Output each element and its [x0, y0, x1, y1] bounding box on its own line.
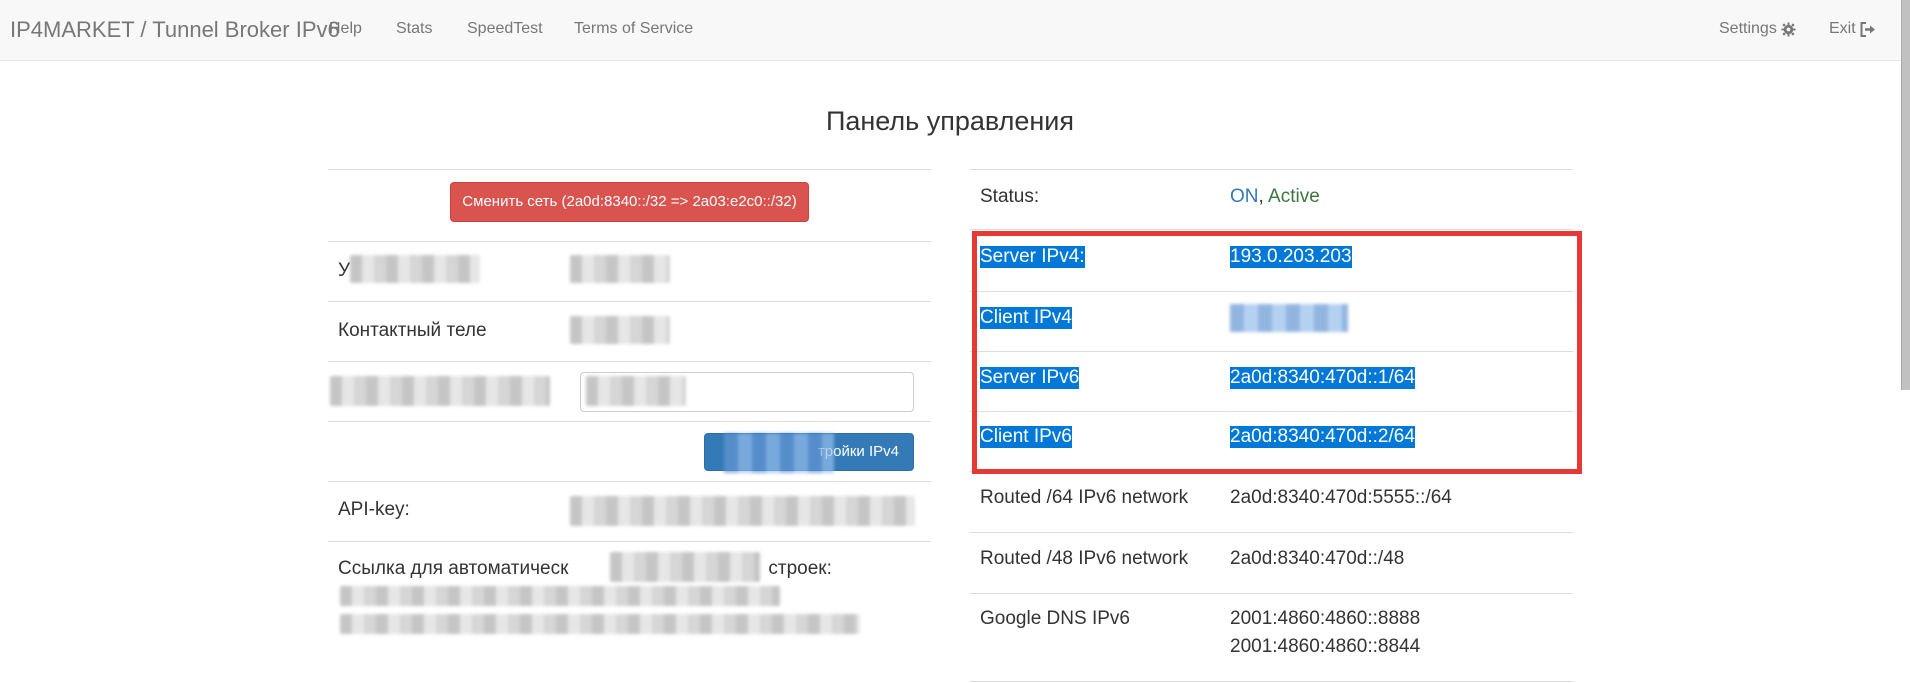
phone-row: Контактный теле — [328, 301, 931, 361]
google-dns-row: Google DNS IPv6 2001:4860:4860::8888 200… — [970, 594, 1573, 682]
change-network-button[interactable]: Сменить сеть (2a0d:8340::/32 => 2a03:e2c… — [450, 182, 809, 222]
google-dns-value-1: 2001:4860:4860::8888 — [1230, 608, 1421, 629]
routed48-row: Routed /48 IPv6 network 2a0d:8340:470d::… — [970, 533, 1573, 594]
change-network-row: Сменить сеть (2a0d:8340::/32 => 2a03:e2c… — [328, 169, 931, 241]
redacted-ipv4-label — [330, 376, 550, 406]
status-label: Status: — [980, 186, 1040, 207]
nav-link-speedtest[interactable]: SpeedTest — [467, 20, 543, 38]
nav-link-terms[interactable]: Terms of Service — [574, 20, 693, 38]
redacted-auto-link-line1 — [340, 586, 780, 606]
redacted-auto-link-label-middle — [610, 552, 760, 582]
settings-link[interactable]: Settings — [1719, 20, 1796, 38]
gear-icon — [1781, 21, 1796, 37]
routed48-label: Routed /48 IPv6 network — [980, 548, 1189, 569]
redacted-phone-label-tail — [524, 308, 574, 352]
status-value: ON, Active — [1230, 186, 1320, 208]
annotation-highlight-box — [972, 231, 1582, 474]
routed64-row: Routed /64 IPv6 network 2a0d:8340:470d:5… — [970, 472, 1573, 533]
nav-link-help[interactable]: Help — [329, 20, 362, 38]
routed64-label: Routed /64 IPv6 network — [980, 487, 1189, 508]
auto-link-row: Ссылка для автоматическ строек: — [328, 541, 931, 661]
vertical-scrollbar[interactable] — [1901, 0, 1910, 390]
exit-label: Exit — [1829, 20, 1856, 37]
status-row: Status: ON, Active — [970, 170, 1573, 230]
nav-link-stats[interactable]: Stats — [396, 20, 432, 38]
phone-label: Контактный теле — [338, 320, 487, 341]
api-key-label: API-key: — [338, 499, 410, 520]
redacted-ipv4-value — [586, 376, 686, 406]
top-navbar: IP4MARKET / Tunnel Broker IPv6 Help Stat… — [0, 0, 1910, 61]
status-separator: , — [1258, 186, 1264, 207]
ipv4-input-row — [328, 361, 931, 421]
redacted-user-label — [350, 255, 480, 283]
auto-link-label-start: Ссылка для автоматическ — [338, 558, 569, 579]
routed64-value: 2a0d:8340:470d:5555::/64 — [1230, 487, 1452, 508]
sign-out-icon — [1860, 21, 1875, 37]
save-ipv4-row: тройки IPv4 — [328, 421, 931, 481]
auto-link-label-end: строек: — [768, 558, 832, 579]
redacted-user-value — [570, 255, 670, 283]
redacted-api-key-value — [570, 496, 915, 526]
user-label: У — [338, 260, 351, 281]
status-active: Active — [1268, 186, 1320, 207]
google-dns-label: Google DNS IPv6 — [980, 608, 1130, 629]
user-row: У — [328, 241, 931, 301]
api-key-row: API-key: — [328, 481, 931, 541]
exit-link[interactable]: Exit — [1829, 20, 1876, 38]
account-panel: Сменить сеть (2a0d:8340::/32 => 2a03:e2c… — [328, 169, 931, 661]
navbar-brand[interactable]: IP4MARKET / Tunnel Broker IPv6 — [10, 17, 340, 43]
google-dns-value-2: 2001:4860:4860::8844 — [1230, 636, 1421, 657]
page-title: Панель управления — [825, 106, 1075, 136]
redacted-phone-value — [570, 316, 670, 344]
status-on: ON — [1230, 186, 1259, 207]
redacted-button-text — [724, 433, 834, 473]
routed48-value: 2a0d:8340:470d::/48 — [1230, 548, 1405, 569]
redacted-auto-link-line2 — [340, 614, 860, 634]
settings-label: Settings — [1719, 20, 1777, 37]
